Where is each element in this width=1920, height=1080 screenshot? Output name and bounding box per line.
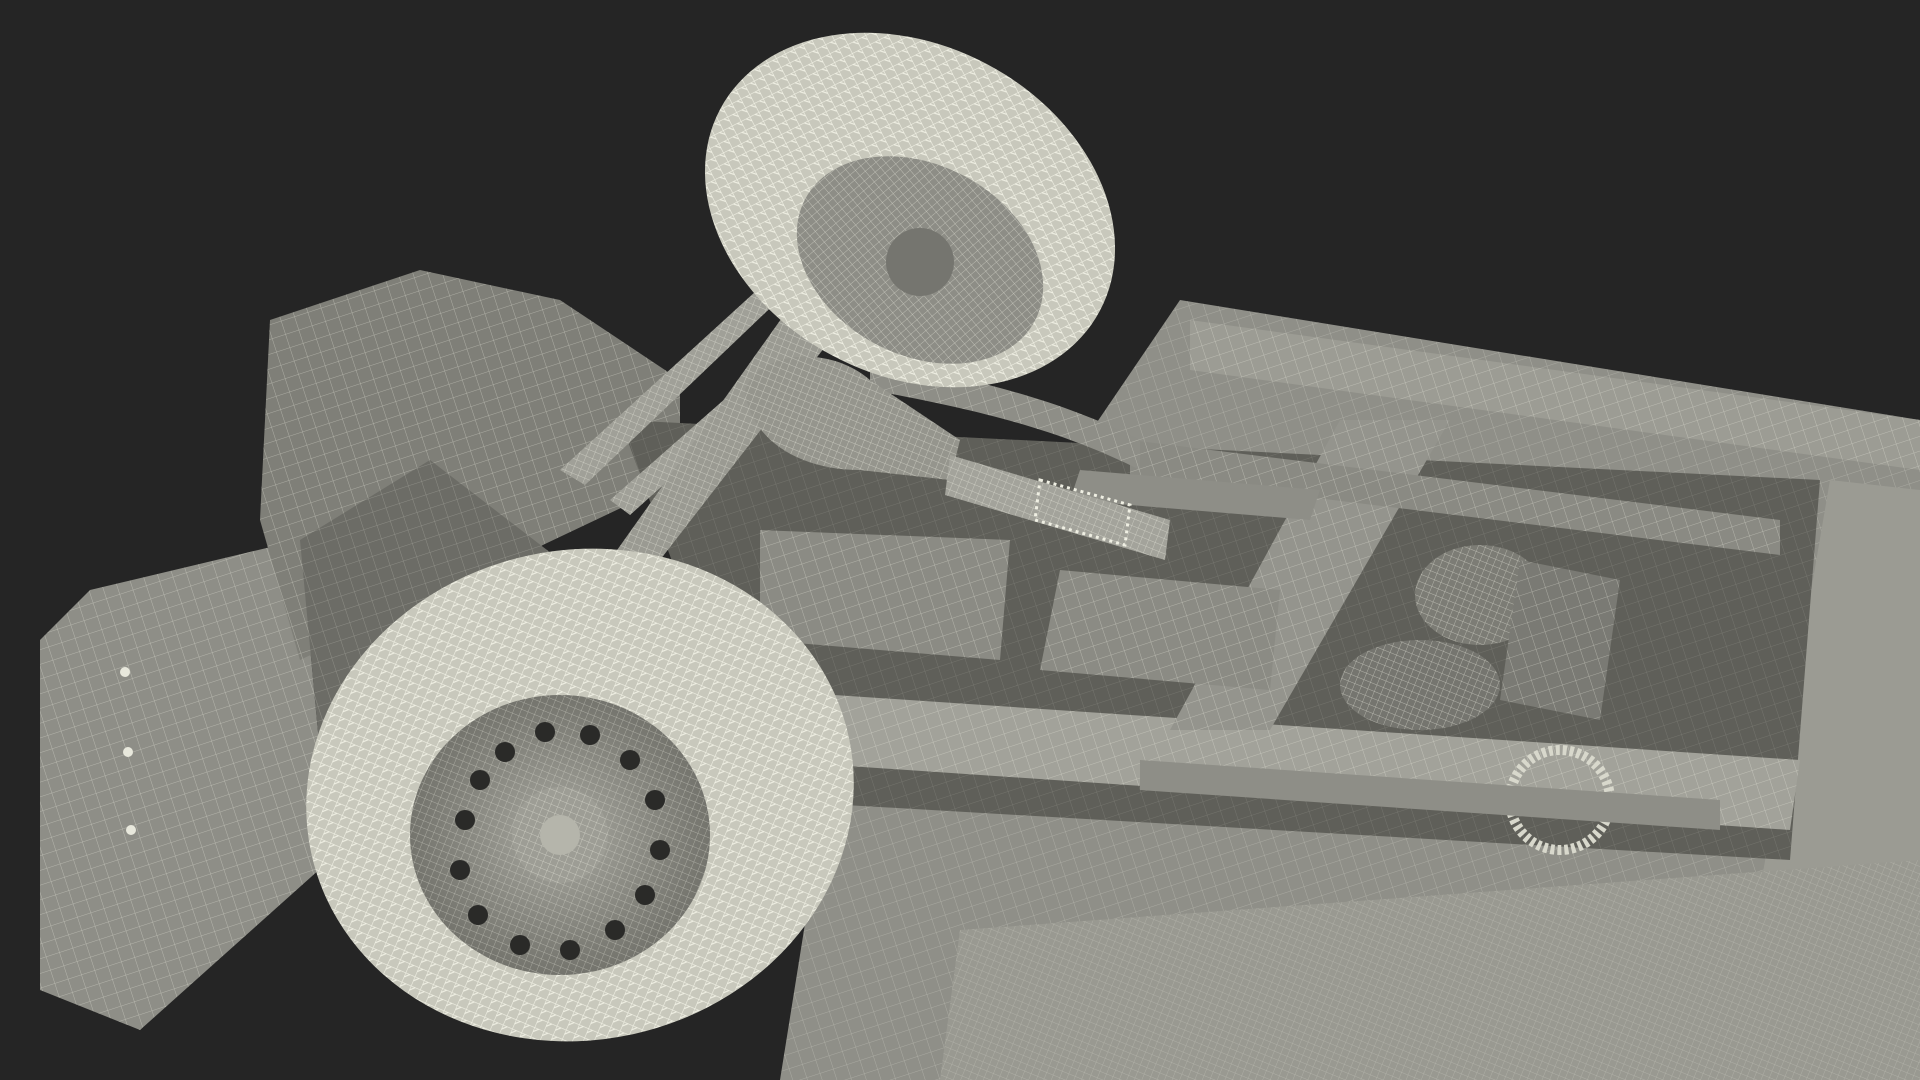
wheel-rim — [410, 695, 710, 975]
render-viewport — [0, 0, 1920, 1080]
wireframe-render — [40, 32, 1920, 1080]
